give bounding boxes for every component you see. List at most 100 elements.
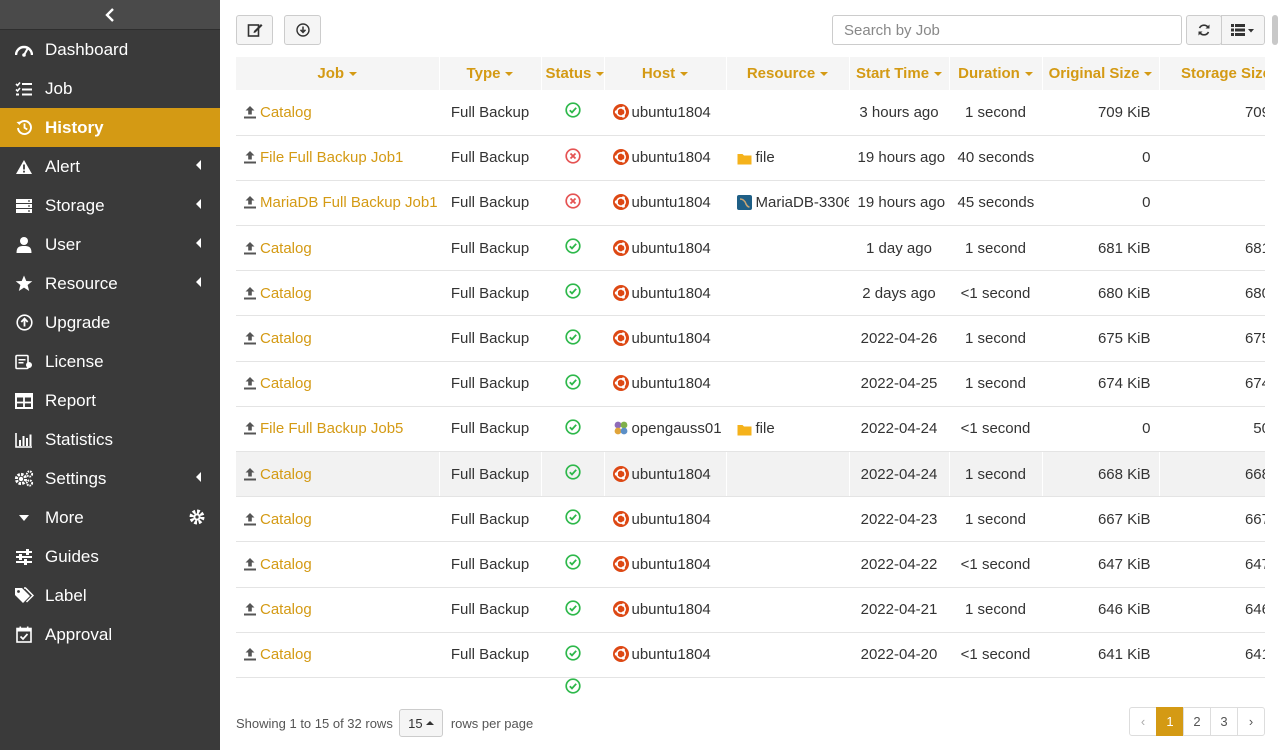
calendar-check-icon xyxy=(14,625,34,645)
job-link[interactable]: Catalog xyxy=(260,466,312,483)
sidebar-item-upgrade[interactable]: Upgrade xyxy=(0,303,220,342)
pagination-page-3[interactable]: 3 xyxy=(1210,707,1238,736)
column-header-type[interactable]: Type xyxy=(439,57,542,90)
sidebar-item-settings[interactable]: Settings xyxy=(0,459,220,498)
sidebar-item-license[interactable]: License xyxy=(0,342,220,381)
cell-original-size: 647 KiB xyxy=(1042,541,1160,588)
pagination-next[interactable]: › xyxy=(1237,707,1265,736)
download-button[interactable] xyxy=(284,15,321,45)
job-link[interactable]: File Full Backup Job5 xyxy=(260,420,403,437)
ubuntu-icon xyxy=(612,149,629,166)
column-header-duration[interactable]: Duration xyxy=(949,57,1043,90)
opengauss-icon xyxy=(614,422,627,435)
cell-original-size: 668 KiB xyxy=(1042,451,1160,498)
job-link[interactable]: Catalog xyxy=(260,375,312,392)
column-header-status[interactable]: Status xyxy=(541,57,605,90)
sidebar-item-label: Report xyxy=(45,390,97,410)
job-link[interactable]: Catalog xyxy=(260,511,312,528)
ubuntu-icon xyxy=(612,555,629,572)
cell-duration: <1 second xyxy=(949,270,1043,317)
cell-storage-size: 646 KiB xyxy=(1159,587,1265,633)
cell-duration: <1 second xyxy=(949,406,1043,453)
ubuntu-icon xyxy=(612,375,629,392)
cell-duration: 1 second xyxy=(949,496,1043,543)
cell-start-time: 2022-04-24 xyxy=(849,406,950,453)
sidebar-item-dashboard[interactable]: Dashboard xyxy=(0,30,220,69)
job-link[interactable]: Catalog xyxy=(260,646,312,663)
edit-button[interactable] xyxy=(236,15,273,45)
cell-status xyxy=(541,406,605,453)
rows-per-page-select[interactable]: 15 xyxy=(398,709,443,737)
upload-icon xyxy=(244,332,256,345)
table-row: MariaDB Full Backup Job1 Full Backup ubu… xyxy=(236,180,1265,227)
job-link[interactable]: Catalog xyxy=(260,330,312,347)
dashboard-icon xyxy=(14,40,34,60)
sidebar-item-more[interactable]: More xyxy=(0,498,220,537)
sidebar-item-label: Alert xyxy=(45,156,80,176)
columns-toggle-button[interactable] xyxy=(1221,15,1265,45)
sidebar-item-label: Statistics xyxy=(45,429,114,449)
cell-host: ubuntu1804 xyxy=(604,90,727,136)
pagination-page-1[interactable]: 1 xyxy=(1156,707,1184,736)
cell-status xyxy=(541,361,605,407)
cell-resource xyxy=(726,225,850,272)
cell-duration: 45 seconds xyxy=(949,180,1043,227)
job-link[interactable]: File Full Backup Job1 xyxy=(260,149,403,166)
job-link[interactable]: Catalog xyxy=(260,285,312,302)
success-check-icon xyxy=(564,238,581,254)
sidebar-item-resource[interactable]: Resource xyxy=(0,264,220,303)
sidebar-item-statistics[interactable]: Statistics xyxy=(0,420,220,459)
cell-job: File Full Backup Job1 xyxy=(236,135,440,181)
cell-status xyxy=(541,496,605,543)
warning-icon xyxy=(14,157,34,177)
success-check-icon xyxy=(564,645,581,661)
caret-down-icon xyxy=(14,508,34,528)
sidebar-collapse-button[interactable] xyxy=(0,0,220,30)
column-header-host[interactable]: Host xyxy=(604,57,727,90)
cell-status xyxy=(541,270,605,317)
cell-status xyxy=(541,451,605,498)
upload-icon xyxy=(244,603,256,616)
cell-storage-size: 668 KiB xyxy=(1159,451,1265,498)
sidebar-item-history[interactable]: History xyxy=(0,108,220,147)
upload-icon xyxy=(244,648,256,661)
column-header-start-time[interactable]: Start Time xyxy=(849,57,950,90)
sidebar-item-job[interactable]: Job xyxy=(0,69,220,108)
search-input[interactable] xyxy=(832,15,1182,45)
vertical-scrollbar[interactable] xyxy=(1272,15,1278,45)
sidebar-item-guides[interactable]: Guides xyxy=(0,537,220,576)
cell-job: Catalog xyxy=(236,361,440,407)
success-check-icon xyxy=(564,419,581,435)
column-header-label: Original Size xyxy=(1048,65,1140,82)
job-link[interactable]: Catalog xyxy=(260,601,312,618)
cell-original-size: 646 KiB xyxy=(1042,587,1160,633)
column-header-storage-size[interactable]: Storage Size xyxy=(1159,57,1265,90)
cell-job: Catalog xyxy=(236,270,440,317)
cell-host: ubuntu1804 xyxy=(604,361,727,407)
sidebar-item-label[interactable]: Label xyxy=(0,576,220,615)
cell-duration: 1 second xyxy=(949,90,1043,136)
cell-status xyxy=(541,135,605,181)
ubuntu-icon xyxy=(612,239,629,256)
job-link[interactable]: Catalog xyxy=(260,240,312,257)
bar-chart-icon xyxy=(14,430,34,450)
job-link[interactable]: Catalog xyxy=(260,556,312,573)
column-header-original-size[interactable]: Original Size xyxy=(1042,57,1160,90)
sidebar-item-report[interactable]: Report xyxy=(0,381,220,420)
job-link[interactable]: MariaDB Full Backup Job1 xyxy=(260,194,438,211)
pagination-prev[interactable]: ‹ xyxy=(1129,707,1157,736)
refresh-button[interactable] xyxy=(1186,15,1222,45)
pagination-page-2[interactable]: 2 xyxy=(1183,707,1211,736)
column-header-label: Start Time xyxy=(855,65,930,82)
cell-storage-size xyxy=(1159,135,1265,181)
sidebar-item-user[interactable]: User xyxy=(0,225,220,264)
job-link[interactable]: Catalog xyxy=(260,104,312,121)
column-header-resource[interactable]: Resource xyxy=(726,57,850,90)
cell-job: Catalog xyxy=(236,225,440,272)
column-header-job[interactable]: Job xyxy=(236,57,440,90)
sidebar-item-alert[interactable]: Alert xyxy=(0,147,220,186)
gear-icon[interactable] xyxy=(188,508,206,526)
sidebar-item-storage[interactable]: Storage xyxy=(0,186,220,225)
edit-icon xyxy=(247,24,262,37)
sidebar-item-approval[interactable]: Approval xyxy=(0,615,220,654)
